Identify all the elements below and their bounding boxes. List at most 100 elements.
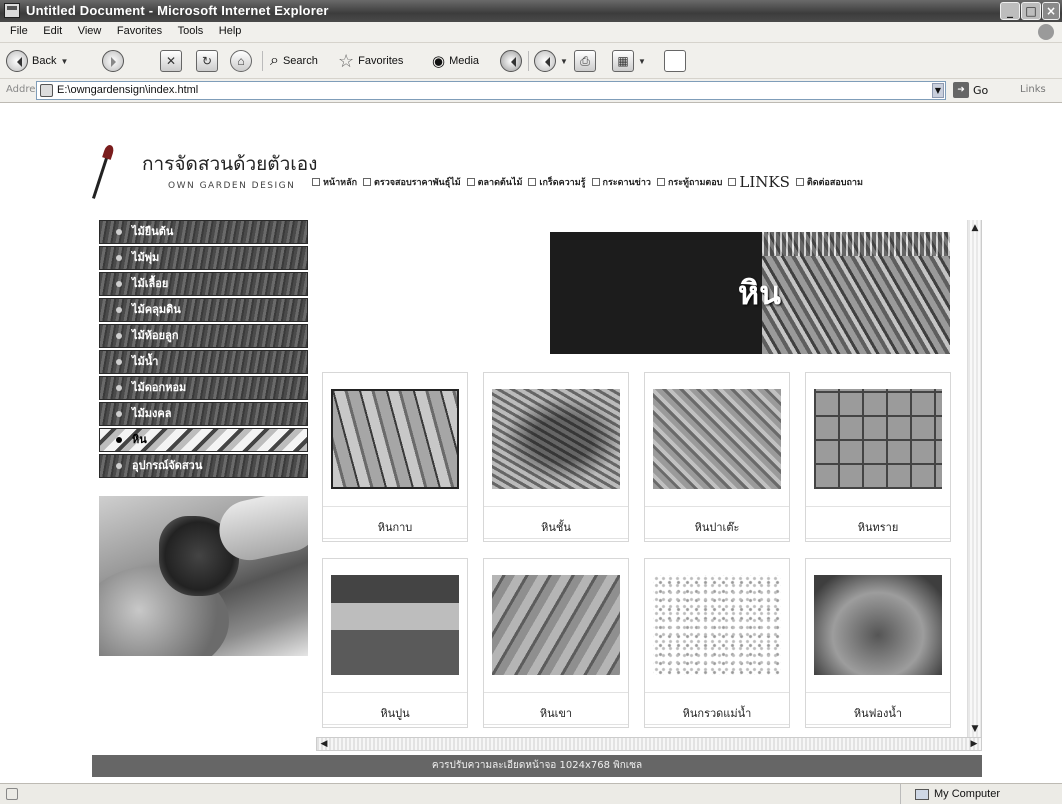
brand-name-english: OWN GARDEN DESIGN <box>168 181 296 191</box>
category-stones[interactable]: หิน <box>99 428 308 452</box>
forward-button[interactable] <box>102 49 124 73</box>
menu-view[interactable]: View <box>72 22 108 37</box>
divider <box>806 538 950 539</box>
product-photo[interactable] <box>331 575 459 675</box>
product-name[interactable]: หินฟองน้ำ <box>806 704 950 722</box>
links-button[interactable]: Links <box>1020 84 1046 95</box>
nav-plant-market[interactable]: ตลาดต้นไม้ <box>466 175 522 189</box>
history-button[interactable] <box>500 49 522 73</box>
nav-news-board[interactable]: กระดานข่าว <box>591 175 651 189</box>
category-garden-tools[interactable]: อุปกรณ์จัดสวน <box>99 454 308 478</box>
resolution-notice: ควรปรับความละเอียดหน้าจอ 1024x768 พิกเซล <box>92 755 982 777</box>
nav-qa-board[interactable]: กระทู้ถามตอบ <box>656 175 722 189</box>
nav-label: หน้าหลัก <box>323 178 358 188</box>
product-name[interactable]: หินปาเต๊ะ <box>645 518 789 536</box>
edit-button[interactable]: ▦ ▼ <box>612 49 646 73</box>
product-card[interactable]: หินเขา <box>483 558 629 728</box>
nav-contact[interactable]: ติดต่อสอบถาม <box>795 175 863 189</box>
product-name[interactable]: หินปูน <box>323 704 467 722</box>
nav-tips[interactable]: เกร็ดความรู้ <box>528 175 586 189</box>
menu-tools[interactable]: Tools <box>172 22 210 37</box>
product-photo[interactable] <box>653 389 781 489</box>
product-name[interactable]: หินชั้น <box>484 518 628 536</box>
product-card[interactable]: หินปาเต๊ะ <box>644 372 790 542</box>
divider <box>806 692 950 693</box>
stop-button[interactable]: ✕ <box>160 49 182 73</box>
content-frame: หิน หินกาบ หินชั้น หินปาเต๊ะ หินทราย หิน… <box>316 220 982 737</box>
print-button[interactable]: ⎙ <box>574 49 596 73</box>
product-card[interactable]: หินปูน <box>322 558 468 728</box>
star-icon: ☆ <box>338 50 355 71</box>
go-button[interactable]: ➜ Go <box>953 82 988 98</box>
nav-bullet-icon <box>363 178 372 186</box>
nav-label: กระดานข่าว <box>602 178 651 188</box>
mail-button[interactable]: ▼ <box>534 49 568 73</box>
divider <box>645 724 789 725</box>
nav-home[interactable]: หน้าหลัก <box>312 175 357 189</box>
window-titlebar[interactable]: Untitled Document - Microsoft Internet E… <box>0 0 1062 22</box>
product-photo[interactable] <box>492 389 620 489</box>
product-name[interactable]: หินกาบ <box>323 518 467 536</box>
product-card[interactable]: หินกรวดแม่น้ำ <box>644 558 790 728</box>
menu-favorites[interactable]: Favorites <box>111 22 168 37</box>
product-card[interactable]: หินกาบ <box>322 372 468 542</box>
content-horizontal-scrollbar[interactable]: ◀ ▶ <box>316 737 982 751</box>
home-button[interactable]: ⌂ <box>230 49 252 73</box>
maximize-button[interactable]: □ <box>1021 2 1041 20</box>
category-climbers[interactable]: ไม้เลื้อย <box>99 272 308 296</box>
divider <box>484 506 628 507</box>
category-aquatic[interactable]: ไม้น้ำ <box>99 350 308 374</box>
ie-app-icon[interactable] <box>4 3 20 18</box>
product-photo[interactable] <box>492 575 620 675</box>
divider <box>323 506 467 507</box>
minimize-button[interactable]: _ <box>1000 2 1020 20</box>
divider <box>323 724 467 725</box>
media-button[interactable]: ◉ Media <box>432 49 479 73</box>
nav-price-check[interactable]: ตรวจสอบราคาพันธุ์ไม้ <box>363 175 461 189</box>
search-button[interactable]: ⌕ Search <box>270 49 318 73</box>
status-bar: My Computer <box>0 783 1062 804</box>
product-photo[interactable] <box>814 389 942 489</box>
divider <box>484 692 628 693</box>
product-photo[interactable] <box>653 575 781 675</box>
scroll-up-icon[interactable]: ▲ <box>969 222 981 234</box>
address-input[interactable]: E:\owngardensign\index.html <box>36 81 946 100</box>
product-photo[interactable] <box>814 575 942 675</box>
category-shrubs[interactable]: ไม้พุ่ม <box>99 246 308 270</box>
product-name[interactable]: หินกรวดแม่น้ำ <box>645 704 789 722</box>
content-vertical-scrollbar[interactable]: ▲ ▼ <box>967 220 981 737</box>
category-auspicious[interactable]: ไม้มงคล <box>99 402 308 426</box>
divider <box>806 506 950 507</box>
favorites-button[interactable]: ☆ Favorites <box>338 49 403 73</box>
banner-title: หิน <box>738 274 781 312</box>
product-card[interactable]: หินทราย <box>805 372 951 542</box>
nav-links[interactable]: LINKS <box>728 173 790 191</box>
product-name[interactable]: หินทราย <box>806 518 950 536</box>
menu-help[interactable]: Help <box>213 22 248 37</box>
product-card[interactable]: หินฟองน้ำ <box>805 558 951 728</box>
menu-file[interactable]: File <box>4 22 34 37</box>
scroll-down-icon[interactable]: ▼ <box>969 723 981 735</box>
product-photo[interactable] <box>331 389 459 489</box>
discuss-button[interactable] <box>664 49 686 73</box>
address-dropdown-button[interactable]: ▼ <box>932 83 944 98</box>
back-arrow-icon <box>6 50 28 72</box>
chevron-down-icon: ▼ <box>60 56 69 66</box>
category-trees[interactable]: ไม้ยืนต้น <box>99 220 308 244</box>
site-logo[interactable]: การจัดสวนด้วยตัวเอง OWN GARDEN DESIGN <box>92 147 317 203</box>
nav-label: LINKS <box>739 173 790 191</box>
category-hanging[interactable]: ไม้ห้อยลูก <box>99 324 308 348</box>
close-button[interactable]: × <box>1042 2 1060 20</box>
product-card[interactable]: หินชั้น <box>483 372 629 542</box>
product-name[interactable]: หินเขา <box>484 704 628 722</box>
category-ground-cover[interactable]: ไม้คลุมดิน <box>99 298 308 322</box>
refresh-button[interactable]: ↻ <box>196 49 218 73</box>
scroll-left-icon[interactable]: ◀ <box>318 738 330 750</box>
security-zone: My Computer <box>900 784 1000 804</box>
scroll-right-icon[interactable]: ▶ <box>968 738 980 750</box>
category-fragrant[interactable]: ไม้ดอกหอม <box>99 376 308 400</box>
back-button[interactable]: Back ▼ <box>6 49 68 73</box>
go-label: Go <box>973 83 989 97</box>
stone-banner: หิน <box>550 232 950 354</box>
menu-edit[interactable]: Edit <box>37 22 68 37</box>
